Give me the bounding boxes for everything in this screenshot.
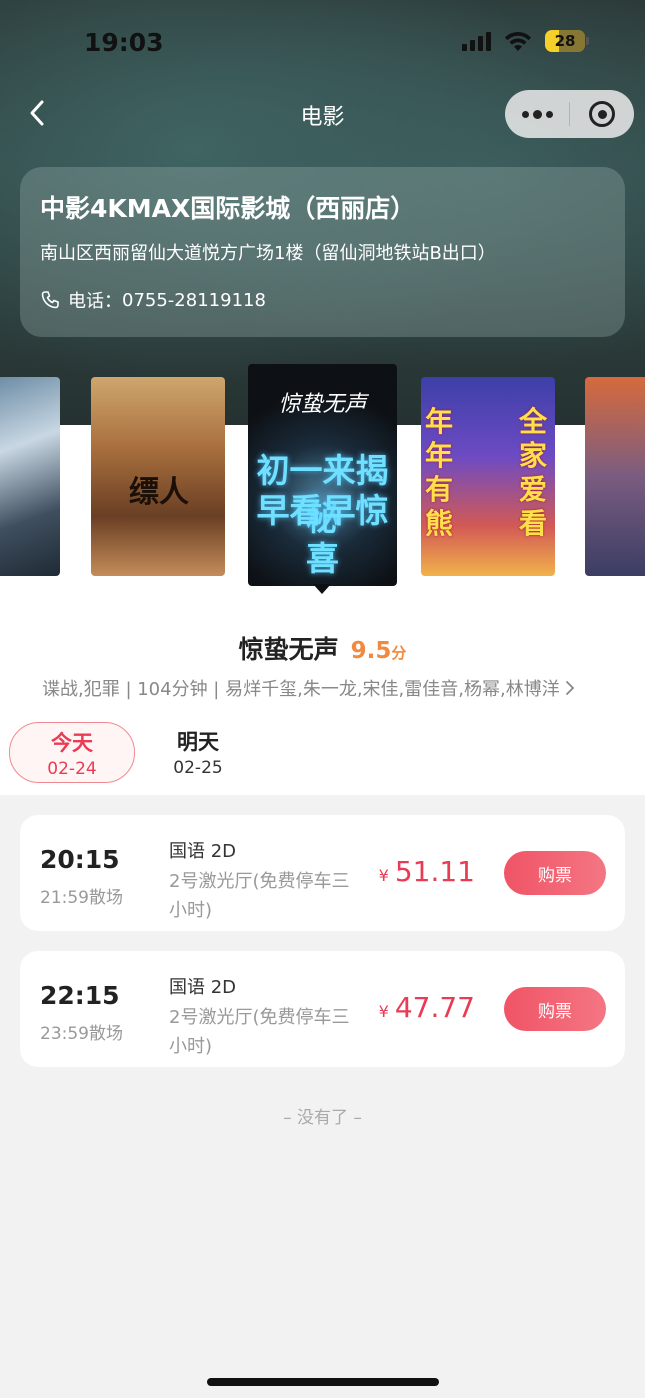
date-tab-tomorrow[interactable]: 明天 02-25 — [158, 722, 238, 783]
showtime-end: 21:59散场 — [40, 888, 123, 908]
date-tab-label: 明天 — [177, 730, 219, 754]
movie-meta[interactable]: 谍战,犯罪 | 104分钟 | 易烊千玺,朱一龙,宋佳,雷佳音,杨幂,林博洋 — [42, 675, 576, 701]
showtime-end: 23:59散场 — [40, 1024, 123, 1044]
showtime-start: 22:15 — [40, 981, 120, 1010]
battery-level: 28 — [554, 32, 576, 50]
price-value: 51.11 — [394, 855, 475, 888]
battery-icon: 28 — [545, 30, 589, 52]
movie-poster[interactable] — [0, 377, 60, 576]
currency-symbol: ¥ — [378, 1002, 389, 1021]
cinema-address: 南山区西丽留仙大道悦方广场1楼（留仙洞地铁站B出口） — [40, 243, 496, 264]
home-indicator[interactable] — [207, 1378, 439, 1386]
date-tab-today[interactable]: 今天 02-24 — [9, 722, 135, 783]
date-tab-date: 02-25 — [173, 758, 223, 778]
target-circle-icon[interactable] — [570, 90, 634, 138]
showtime-start: 20:15 — [40, 845, 120, 874]
selected-caret — [313, 584, 331, 594]
chevron-right-icon — [565, 681, 574, 695]
movie-score-unit: 分 — [391, 644, 407, 662]
cinema-name: 中影4KMAX国际影城（西丽店） — [40, 194, 416, 223]
date-tab-label: 今天 — [51, 731, 93, 755]
movie-title-row: 惊蛰无声 9.5分 — [0, 630, 645, 666]
phone-icon — [41, 291, 59, 309]
buy-ticket-button[interactable]: 购票 — [504, 851, 606, 895]
showtime-price: ¥51.11 — [379, 855, 475, 888]
currency-symbol: ¥ — [378, 866, 389, 885]
cinema-phone[interactable]: 电话： 0755-28119118 — [40, 287, 605, 313]
cinema-card: 中影4KMAX国际影城（西丽店） 南山区西丽留仙大道悦方广场1楼（留仙洞地铁站B… — [20, 167, 625, 337]
movie-poster[interactable]: 缥人 — [91, 377, 225, 576]
more-dots-icon[interactable] — [505, 90, 569, 138]
movie-title: 惊蛰无声 — [238, 635, 339, 664]
movie-poster[interactable]: 年年有熊 全家爱看 — [421, 377, 555, 576]
date-tab-date: 02-24 — [47, 759, 97, 779]
showtime-hall: 2号激光厅(免费停车三小时) — [169, 871, 350, 921]
poster-slogan-line2: 早看早惊喜 — [256, 491, 389, 578]
poster-caption: 缥人 — [129, 475, 189, 510]
poster-caption-left: 年年有熊 — [425, 405, 454, 540]
status-icons: 28 — [462, 30, 589, 52]
poster-title: 惊蛰无声 — [278, 392, 367, 417]
showtime-price: ¥47.77 — [379, 991, 475, 1024]
movie-score: 9.5 — [350, 638, 392, 664]
wifi-icon — [505, 31, 531, 51]
poster-caption-right: 全家爱看 — [519, 405, 548, 540]
showtime-language: 国语 2D — [169, 977, 237, 998]
end-of-list-text: – 没有了 – — [283, 1108, 362, 1128]
showtime-card: 20:15 21:59散场 国语 2D 2号激光厅(免费停车三小时) ¥51.1… — [20, 815, 625, 931]
showtime-hall: 2号激光厅(免费停车三小时) — [169, 1007, 350, 1057]
movie-poster[interactable] — [585, 377, 645, 576]
movie-poster-selected[interactable]: 惊蛰无声 初一来揭秘 早看早惊喜 — [248, 364, 397, 586]
phone-number: 0755-28119118 — [122, 289, 266, 311]
buy-ticket-button[interactable]: 购票 — [504, 987, 606, 1031]
status-time: 19:03 — [84, 28, 164, 57]
phone-label: 电话： — [68, 291, 122, 312]
movie-meta-text: 谍战,犯罪 | 104分钟 | 易烊千玺,朱一龙,宋佳,雷佳音,杨幂,林博洋 — [42, 679, 560, 700]
mini-program-capsule — [505, 90, 634, 138]
price-value: 47.77 — [394, 991, 475, 1024]
showtime-card: 22:15 23:59散场 国语 2D 2号激光厅(免费停车三小时) ¥47.7… — [20, 951, 625, 1067]
showtime-language: 国语 2D — [169, 841, 237, 862]
signal-icon — [462, 31, 491, 51]
